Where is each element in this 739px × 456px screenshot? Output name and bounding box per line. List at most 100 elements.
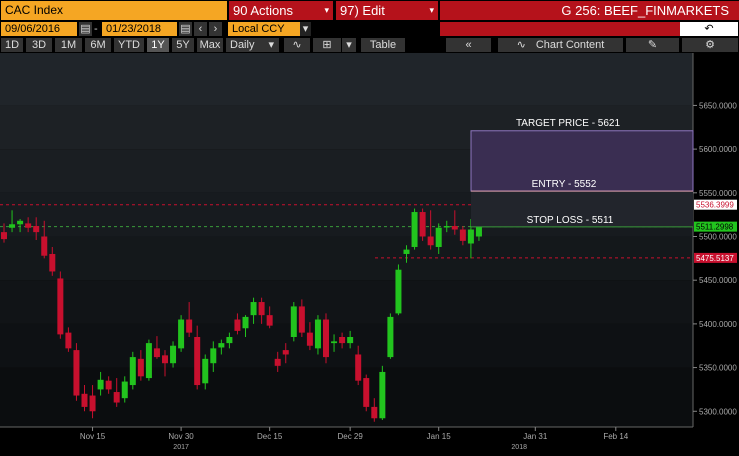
band [0,323,693,368]
page-title: G 256: BEEF_FINMARKETS [440,1,739,20]
candle-body [105,380,112,390]
y-tick-label: 5600.0000 [699,145,737,154]
chevron-down-icon: ▾ [268,39,274,51]
candle-body [467,229,474,244]
candle-body [57,278,64,335]
end-date-field[interactable]: 01/23/2018 [102,22,177,36]
candle-body [282,350,289,355]
ticker-field[interactable]: CAC Index [1,1,227,20]
collapse-left-icon[interactable]: « [446,38,491,52]
gear-icon[interactable]: ⚙ [682,38,738,52]
chevron-left-icon[interactable]: ‹ [194,22,207,36]
period-1d[interactable]: 1D [1,38,23,52]
x-tick-label: Jan 31 [523,432,548,441]
x-tick-label: Dec 29 [337,432,363,441]
candle-body [242,316,249,329]
candlestick-chart[interactable]: 5300.0000 5350.0000 5400.0000 5450.0000 5500… [0,53,739,451]
candle-body [427,236,434,246]
candle-body [153,348,160,358]
period-max[interactable]: Max [197,38,223,52]
period-ytd[interactable]: YTD [114,38,144,52]
candle-body [371,406,378,419]
candle-body [290,306,297,337]
band [0,236,693,281]
chevron-down-icon[interactable]: ▾ [342,38,356,52]
line-chart-icon[interactable]: ∿ [284,38,310,52]
candle-body [33,226,40,233]
candle-body [194,336,201,386]
candle-body [129,357,136,386]
candle-body [162,355,168,364]
candle-body [459,229,466,241]
calendar-icon[interactable]: ▤ [179,22,192,36]
candle-body [81,393,88,407]
title-text: G 256: BEEF_FINMARKETS [561,3,729,18]
entry-label: ENTRY - 5552 [532,179,597,190]
price-chart[interactable]: 5300.0000 5350.0000 5400.0000 5450.0000 5500… [0,53,739,451]
edit-menu[interactable]: 97) Edit ▾ [336,1,438,20]
candle-body [49,253,56,272]
undo-icon[interactable]: ↶ [680,22,738,36]
currency-select[interactable]: Local CCY [228,22,300,36]
calendar-icon[interactable]: ▤ [79,22,92,36]
band [0,53,693,106]
candle-body [218,343,225,348]
period-1m[interactable]: 1M [55,38,82,52]
candle-body [363,378,370,407]
y-axis: 5300.0000 5350.0000 5400.0000 5450.0000 5500… [692,53,737,427]
y-tick-label: 5300.0000 [699,407,737,416]
price-tag-lower: 5475.5137 [696,254,734,263]
edit-chart-icon[interactable]: ✎ [626,38,679,52]
candle-body [65,332,72,349]
candle-body [73,350,80,396]
toolbar: 1D 3D 1M 6M YTD 1Y 5Y Max Daily ▾ ∿ ⊞ ▾ … [0,37,739,53]
candle-body [226,336,233,344]
candle-body [451,226,458,230]
period-3d[interactable]: 3D [26,38,52,52]
price-tag-upper: 5536.3999 [696,201,734,210]
chart-icon: ∿ [516,39,526,51]
frequency-select[interactable]: Daily ▾ [226,38,279,52]
candle-body [347,336,354,344]
band [0,280,693,324]
candle-body [403,249,410,254]
ticker-text: CAC Index [5,3,64,17]
y-tick-label: 5350.0000 [699,364,737,373]
candle-body [314,319,321,349]
x-tick-label: Dec 15 [257,432,283,441]
candle-body [41,236,48,256]
chevron-down-icon[interactable]: ▾ [300,22,311,36]
candle-body [210,348,217,364]
chevron-right-icon[interactable]: › [209,22,222,36]
start-date-field[interactable]: 09/06/2016 [1,22,77,36]
price-tag-stop: 5511.2998 [696,223,734,232]
candle-body [443,226,450,228]
period-6m[interactable]: 6M [85,38,111,52]
candle-body [9,224,16,228]
band [0,367,693,427]
x-tick-label: Feb 14 [603,432,628,441]
header-bar: CAC Index 90 Actions ▾ 97) Edit ▾ G 256:… [0,0,739,21]
currency-text: Local CCY [232,23,285,35]
candle-body [355,354,362,381]
candle-body [145,343,152,379]
candle-body [137,358,144,377]
candle-body [274,358,281,366]
period-5y[interactable]: 5Y [172,38,194,52]
candle-body [25,223,32,228]
candle-body [178,319,185,349]
table-button[interactable]: Table [361,38,405,52]
candle-body [379,371,386,419]
header-spacer [440,22,680,36]
candle-chart-icon[interactable]: ⊞ [313,38,341,52]
chevron-down-icon: ▾ [429,5,434,15]
candle-body [435,227,442,247]
y-tick-label: 5550.0000 [699,189,737,198]
x-tick-label: Nov 15 [80,432,106,441]
candle-body [170,345,177,364]
chart-content-button[interactable]: ∿ Chart Content [498,38,623,52]
actions-menu[interactable]: 90 Actions ▾ [229,1,333,20]
period-1y[interactable]: 1Y [147,38,169,52]
candle-body [323,319,329,358]
y-tick-label: 5650.0000 [699,101,737,110]
